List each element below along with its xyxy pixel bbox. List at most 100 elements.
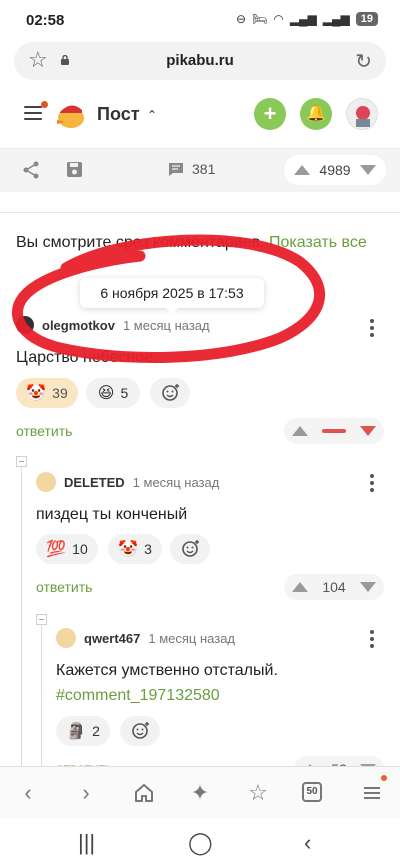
comment-header: qwert467 1 месяц назад — [56, 628, 235, 648]
tabs-counter[interactable]: 50 — [302, 782, 322, 802]
comment-rating-value: 104 — [322, 579, 346, 595]
avatar[interactable] — [36, 472, 56, 492]
hundred-emoji-icon: 💯 — [46, 541, 67, 558]
reaction-count: 2 — [92, 723, 100, 739]
thread-line — [21, 460, 22, 770]
status-time: 02:58 — [26, 12, 65, 29]
comment-icon — [169, 162, 183, 176]
comment-rating — [284, 418, 384, 444]
notifications-bell-icon[interactable]: 🔔 — [300, 98, 332, 130]
upvote-icon[interactable] — [294, 165, 310, 175]
show-all-link[interactable]: Показать все — [269, 234, 367, 251]
browser-bottom-nav: ‹ › ✦ ☆ 50 — [0, 766, 400, 818]
site-header: Пост ⌃ + 🔔 — [0, 88, 400, 144]
bed-icon: 🛏 — [252, 12, 268, 26]
add-reaction-button[interactable] — [170, 534, 210, 564]
page-title[interactable]: Пост — [97, 104, 140, 125]
add-reaction-icon — [182, 540, 199, 557]
collapse-thread-button[interactable] — [16, 456, 27, 467]
comments-counter[interactable]: 381 — [168, 161, 215, 177]
avatar[interactable] — [16, 316, 34, 334]
reaction-count: 3 — [144, 541, 152, 557]
collapse-thread-button[interactable] — [36, 614, 47, 625]
battery-icon: 19 — [355, 12, 378, 26]
reaction-clown[interactable]: 🤡 3 — [108, 534, 162, 564]
comments-slice-notice: Вы смотрите срез комментариев. Показать … — [16, 230, 386, 256]
address-bar[interactable]: ☆ pikabu.ru ↻ — [14, 42, 386, 80]
comment-time[interactable]: 1 месяц назад — [148, 631, 235, 646]
add-reaction-icon — [132, 722, 149, 739]
save-icon[interactable] — [66, 161, 83, 178]
notification-dot — [41, 101, 48, 108]
more-options-icon[interactable] — [370, 474, 374, 495]
post-rating: 4989 — [284, 155, 386, 185]
comment-anchor-link[interactable]: #comment_197132580 — [56, 687, 220, 704]
wifi-icon: ◠ — [273, 12, 284, 26]
avatar-image — [347, 99, 377, 129]
negative-rating-bar — [322, 429, 346, 433]
downvote-icon[interactable] — [359, 582, 376, 592]
back-icon[interactable]: ‹ — [14, 779, 42, 807]
comment-time[interactable]: 1 месяц назад — [123, 318, 210, 333]
menu-icon[interactable] — [24, 101, 48, 120]
comments-count: 381 — [192, 161, 216, 177]
add-reaction-button[interactable] — [120, 716, 160, 746]
add-post-button[interactable]: + — [254, 98, 286, 130]
more-options-icon[interactable] — [370, 630, 374, 651]
add-reaction-button[interactable] — [150, 378, 190, 408]
add-reaction-icon — [162, 384, 179, 401]
status-bar: 02:58 ⊖ 🛏 ◠ ▂▄▆ ▂▄▆ 19 — [0, 0, 400, 40]
recent-apps-icon[interactable]: ||| — [78, 830, 95, 856]
avatar[interactable] — [56, 628, 76, 648]
home-button-icon[interactable]: ◯ — [188, 830, 213, 856]
comment-text: Царство небесное. — [16, 349, 158, 366]
comment-author[interactable]: DELETED — [64, 475, 125, 490]
post-actions-bar: 381 4989 — [0, 148, 400, 192]
downvote-icon[interactable] — [360, 426, 376, 436]
user-avatar[interactable] — [346, 98, 378, 130]
reaction-count: 10 — [72, 541, 88, 557]
clown-emoji-icon: 🤡 — [26, 385, 47, 402]
reply-link[interactable]: ответить — [36, 579, 92, 595]
reaction-moai[interactable]: 🗿 2 — [56, 716, 110, 746]
moai-emoji-icon: 🗿 — [66, 723, 87, 740]
signal-icon: ▂▄▆ — [322, 12, 350, 26]
status-icons: ⊖ 🛏 ◠ ▂▄▆ ▂▄▆ 19 — [236, 12, 378, 26]
sparkle-icon[interactable]: ✦ — [186, 779, 214, 807]
reaction-clown[interactable]: 🤡 39 — [16, 378, 78, 408]
more-options-icon[interactable] — [370, 319, 374, 340]
reply-link[interactable]: ответить — [16, 423, 72, 439]
comment-header: olegmotkov 1 месяц назад — [16, 316, 210, 334]
reaction-count: 5 — [120, 385, 129, 401]
menu-lines-icon — [364, 787, 380, 799]
comment-author[interactable]: olegmotkov — [42, 318, 115, 333]
comment-time[interactable]: 1 месяц назад — [133, 475, 220, 490]
comment-text: пиздец ты конченый — [36, 506, 188, 523]
downvote-icon[interactable] — [360, 165, 376, 175]
back-button-icon[interactable]: ‹ — [304, 830, 311, 856]
post-rating-value: 4989 — [319, 162, 351, 178]
notification-dot — [381, 775, 387, 781]
comment-text-body: Кажется умственно отсталый. — [56, 662, 278, 679]
home-icon[interactable] — [130, 779, 158, 807]
reaction-count: 39 — [52, 385, 68, 401]
notice-text: Вы смотрите срез комментариев. — [16, 234, 270, 251]
reload-icon[interactable]: ↻ — [355, 49, 372, 74]
upvote-icon[interactable] — [292, 426, 308, 436]
bookmarks-star-icon[interactable]: ☆ — [244, 779, 272, 807]
reaction-laughing[interactable]: 😆 5 — [86, 378, 140, 408]
pikabu-logo-icon[interactable] — [54, 98, 88, 130]
url-text[interactable]: pikabu.ru — [14, 52, 386, 69]
system-navigation: ||| ◯ ‹ — [0, 818, 400, 867]
dnd-icon: ⊖ — [236, 12, 247, 26]
forward-icon[interactable]: › — [72, 779, 100, 807]
browser-menu-icon[interactable] — [358, 779, 386, 807]
share-icon[interactable] — [22, 161, 40, 179]
divider — [0, 212, 400, 213]
comment-author[interactable]: qwert467 — [84, 631, 140, 646]
upvote-icon[interactable] — [292, 582, 308, 592]
signal-icon: ▂▄▆ — [289, 12, 317, 26]
reaction-hundred[interactable]: 💯 10 — [36, 534, 98, 564]
chevron-up-icon[interactable]: ⌃ — [147, 108, 157, 122]
laughing-emoji-icon: 😆 — [97, 385, 115, 402]
